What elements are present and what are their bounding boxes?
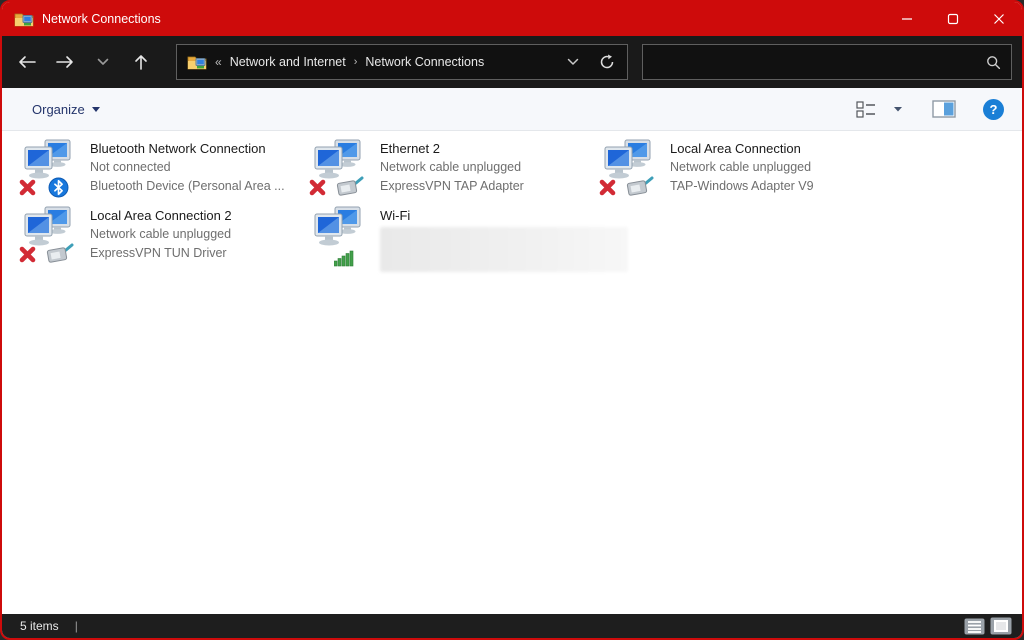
network-adapter-icon (22, 205, 76, 261)
bluetooth-badge-icon (48, 177, 69, 198)
connection-device: ExpressVPN TUN Driver (90, 244, 232, 263)
connection-item-local-area[interactable]: Local Area Connection Network cable unpl… (594, 138, 894, 200)
large-icons-view-button[interactable] (990, 617, 1012, 635)
network-folder-icon (14, 11, 34, 27)
network-adapter-icon (22, 138, 76, 194)
close-button[interactable] (976, 2, 1022, 36)
disconnected-x-icon (19, 246, 36, 263)
preview-pane-button[interactable] (929, 97, 959, 121)
disconnected-x-icon (19, 179, 36, 196)
ethernet-plug-icon (626, 176, 654, 198)
search-input[interactable] (653, 54, 986, 70)
breadcrumb-separator-icon: › (354, 56, 358, 68)
maximize-button[interactable] (930, 2, 976, 36)
search-icon[interactable] (986, 55, 1001, 70)
connection-device: ExpressVPN TAP Adapter (380, 177, 524, 196)
ethernet-plug-icon (46, 243, 74, 265)
address-dropdown-chevron-icon[interactable] (567, 58, 579, 66)
change-view-caret-icon[interactable] (893, 106, 903, 113)
organize-label: Organize (32, 102, 85, 117)
breadcrumb-network-and-internet[interactable]: Network and Internet (230, 55, 346, 69)
breadcrumb-network-connections[interactable]: Network Connections (365, 55, 484, 69)
forward-button[interactable] (50, 47, 80, 77)
connections-list: Bluetooth Network Connection Not connect… (2, 131, 1022, 614)
connection-status: Network cable unplugged (90, 225, 232, 244)
connection-item-bluetooth[interactable]: Bluetooth Network Connection Not connect… (14, 138, 314, 200)
address-folder-icon (187, 54, 207, 70)
redacted-status-text (380, 227, 628, 272)
connection-status: Network cable unplugged (380, 158, 524, 177)
titlebar: Network Connections (2, 2, 1022, 36)
help-button[interactable]: ? (983, 99, 1004, 120)
connection-item-wifi[interactable]: Wi-Fi (304, 205, 604, 267)
connection-name: Ethernet 2 (380, 139, 524, 158)
window-title: Network Connections (42, 12, 884, 26)
organize-caret-icon (92, 107, 100, 112)
status-separator: | (75, 619, 78, 633)
back-button[interactable] (12, 47, 42, 77)
connection-device: Bluetooth Device (Personal Area ... (90, 177, 285, 196)
connection-item-ethernet-2[interactable]: Ethernet 2 Network cable unplugged Expre… (304, 138, 604, 200)
navigation-bar: « Network and Internet › Network Connect… (2, 36, 1022, 88)
connection-name: Local Area Connection (670, 139, 814, 158)
connection-device: TAP-Windows Adapter V9 (670, 177, 814, 196)
disconnected-x-icon (599, 179, 616, 196)
minimize-button[interactable] (884, 2, 930, 36)
connection-name: Local Area Connection 2 (90, 206, 232, 225)
refresh-icon[interactable] (599, 54, 615, 70)
status-bar: 5 items | (2, 614, 1022, 638)
address-bar[interactable]: « Network and Internet › Network Connect… (176, 44, 628, 80)
command-toolbar: Organize ? (2, 88, 1022, 131)
item-count-label: 5 items (20, 619, 59, 633)
details-view-button[interactable] (964, 618, 985, 635)
search-box[interactable] (642, 44, 1012, 80)
network-adapter-icon (312, 138, 366, 194)
disconnected-x-icon (309, 179, 326, 196)
network-adapter-icon (312, 205, 366, 261)
network-connections-window: Network Connections « Network (0, 0, 1024, 640)
connection-name: Wi-Fi (380, 206, 604, 225)
network-adapter-icon (602, 138, 656, 194)
connection-status: Not connected (90, 158, 285, 177)
connection-item-local-area-2[interactable]: Local Area Connection 2 Network cable un… (14, 205, 314, 267)
connection-status: Network cable unplugged (670, 158, 814, 177)
ethernet-plug-icon (336, 176, 364, 198)
recent-locations-chevron-icon[interactable] (88, 47, 118, 77)
organize-menu-button[interactable]: Organize (32, 102, 100, 117)
help-question-icon: ? (990, 102, 998, 117)
change-view-button[interactable] (853, 97, 879, 121)
up-button[interactable] (126, 47, 156, 77)
breadcrumb-overflow-chevron[interactable]: « (215, 55, 222, 69)
connection-name: Bluetooth Network Connection (90, 139, 285, 158)
signal-bars-icon (334, 249, 354, 267)
